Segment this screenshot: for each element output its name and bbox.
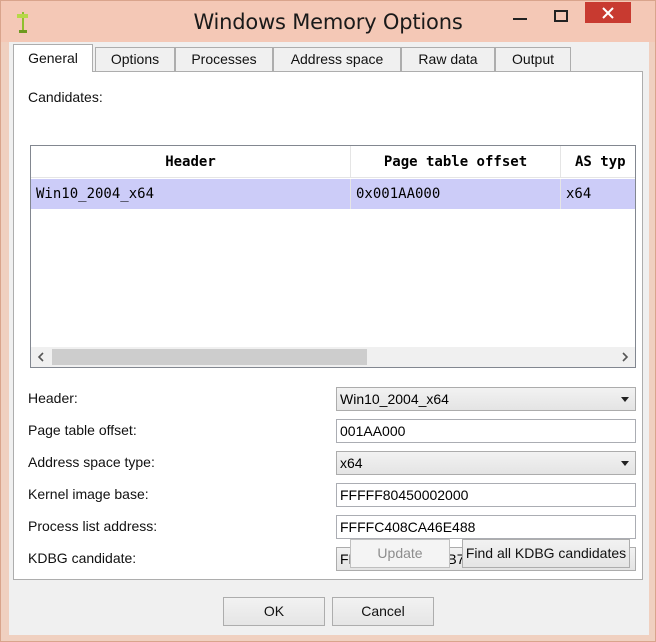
- chevron-right-icon: [622, 352, 629, 362]
- chevron-down-icon: [621, 397, 629, 402]
- minimize-icon: [513, 18, 527, 20]
- tab-options[interactable]: Options: [95, 47, 175, 71]
- cell-page-table-offset: 0x001AA000: [351, 179, 561, 209]
- general-tab-panel: Candidates: Header Page table offset AS …: [13, 71, 643, 580]
- address-space-type-label: Address space type:: [28, 454, 155, 470]
- close-button[interactable]: [585, 2, 631, 23]
- ok-button[interactable]: OK: [223, 597, 325, 626]
- tab-address-space[interactable]: Address space: [273, 47, 401, 71]
- kernel-image-base-input[interactable]: FFFFF80450002000: [336, 483, 636, 507]
- page-table-offset-input[interactable]: 001AA000: [336, 419, 636, 443]
- header-label: Header:: [28, 390, 78, 406]
- cell-header: Win10_2004_x64: [31, 179, 351, 209]
- header-combo[interactable]: Win10_2004_x64: [336, 387, 636, 411]
- column-header-header[interactable]: Header: [31, 146, 351, 178]
- process-list-address-label: Process list address:: [28, 518, 158, 534]
- find-all-kdbg-candidates-button[interactable]: Find all KDBG candidates: [462, 539, 630, 568]
- title-bar[interactable]: Windows Memory Options: [1, 1, 655, 42]
- dialog-window: Windows Memory Options General Options P…: [0, 0, 656, 642]
- scroll-right-button[interactable]: [615, 347, 635, 367]
- tab-processes[interactable]: Processes: [175, 47, 273, 71]
- cancel-button[interactable]: Cancel: [332, 597, 434, 626]
- horizontal-scrollbar[interactable]: [31, 347, 635, 367]
- chevron-left-icon: [37, 352, 44, 362]
- header-combo-value: Win10_2004_x64: [340, 391, 449, 407]
- column-header-page-table-offset[interactable]: Page table offset: [351, 146, 561, 178]
- candidates-label: Candidates:: [28, 89, 103, 105]
- candidates-table[interactable]: Header Page table offset AS typ Win10_20…: [30, 145, 636, 368]
- address-space-type-value: x64: [340, 455, 363, 471]
- chevron-down-icon: [621, 461, 629, 466]
- maximize-icon: [554, 10, 568, 22]
- scrollbar-thumb[interactable]: [52, 349, 367, 365]
- minimize-button[interactable]: [502, 2, 538, 32]
- tab-output[interactable]: Output: [495, 47, 571, 71]
- scroll-left-button[interactable]: [31, 347, 51, 367]
- kdbg-candidate-label: KDBG candidate:: [28, 550, 137, 566]
- process-list-address-input[interactable]: FFFFC408CA46E488: [336, 515, 636, 539]
- close-icon: [602, 6, 614, 19]
- page-table-offset-label: Page table offset:: [28, 422, 137, 438]
- tab-general[interactable]: General: [13, 44, 93, 72]
- maximize-button[interactable]: [542, 2, 580, 32]
- update-button[interactable]: Update: [350, 539, 450, 568]
- tab-raw-data[interactable]: Raw data: [401, 47, 495, 71]
- kernel-image-base-label: Kernel image base:: [28, 486, 149, 502]
- cell-as-type: x64: [566, 186, 592, 202]
- address-space-type-combo[interactable]: x64: [336, 451, 636, 475]
- column-header-as-type[interactable]: AS typ: [561, 146, 635, 178]
- dialog-client-area: General Options Processes Address space …: [9, 42, 649, 635]
